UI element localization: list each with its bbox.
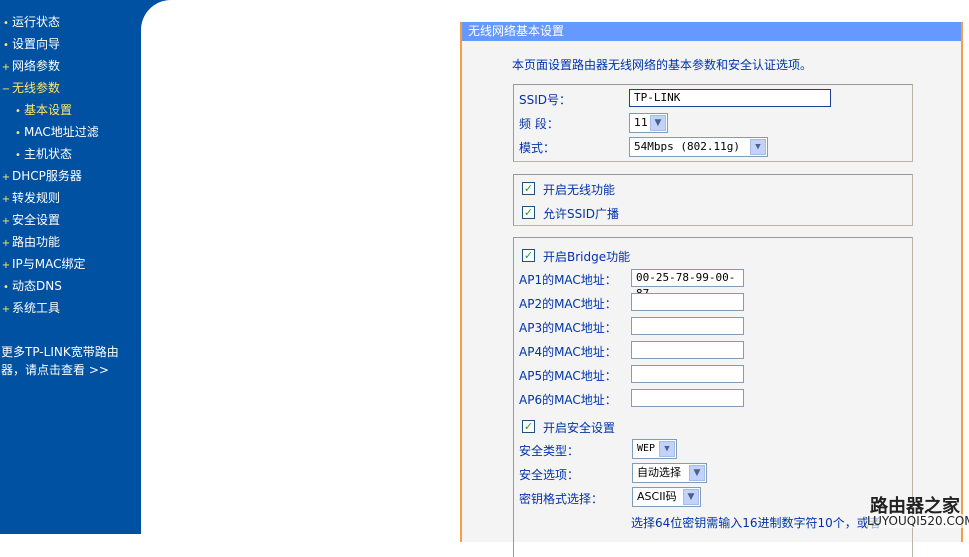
channel-select[interactable]: 11 ▼ — [629, 113, 668, 133]
nav-mac-filter[interactable]: • MAC地址过滤 — [12, 123, 99, 140]
enable-wireless-checkbox[interactable]: ✓ — [522, 182, 535, 195]
chevron-down-icon: ▼ — [750, 139, 766, 155]
key-format-label: 密钥格式选择： — [519, 492, 604, 506]
chevron-down-icon: ▼ — [689, 465, 705, 481]
ap5-mac-input[interactable] — [631, 365, 744, 383]
ssid-broadcast-label: 允许SSID广播 — [543, 207, 620, 221]
enable-wireless-label: 开启无线功能 — [543, 183, 616, 197]
panel-description: 本页面设置路由器无线网络的基本参数和安全认证选项。 — [512, 58, 813, 72]
ap2-mac-label: AP2的MAC地址： — [519, 297, 617, 311]
ap6-mac-input[interactable] — [631, 389, 744, 407]
bridge-security-box: ✓ 开启Bridge功能 AP1的MAC地址： 00-25-78-99-00-8… — [513, 237, 913, 557]
security-type-select[interactable]: WEP ▼ — [632, 439, 677, 459]
ap4-mac-input[interactable] — [631, 341, 744, 359]
wireless-toggle-box: ✓ 开启无线功能 ✓ 允许SSID广播 — [513, 174, 913, 226]
nav-running-status[interactable]: • 运行状态 — [0, 13, 60, 30]
nav-wireless[interactable]: − 无线参数 — [0, 79, 60, 96]
key-hint-text: 选择64位密钥需输入16进制数字符10个，或者 — [631, 516, 881, 530]
chevron-down-icon: ▼ — [683, 489, 699, 505]
ap5-mac-label: AP5的MAC地址： — [519, 369, 617, 383]
nav-dhcp[interactable]: + DHCP服务器 — [0, 167, 82, 184]
mode-select[interactable]: 54Mbps (802.11g) ▼ — [629, 137, 768, 157]
wireless-settings-panel: 无线网络基本设置 本页面设置路由器无线网络的基本参数和安全认证选项。 SSID号… — [460, 22, 963, 557]
nav-security[interactable]: + 安全设置 — [0, 211, 60, 228]
ssid-label: SSID号： — [519, 93, 572, 107]
ap3-mac-label: AP3的MAC地址： — [519, 321, 617, 335]
ap2-mac-input[interactable] — [631, 293, 744, 311]
enable-bridge-label: 开启Bridge功能 — [543, 250, 631, 264]
sidebar: • 运行状态 • 设置向导 + 网络参数 − 无线参数 • 基本设置 • MAC地址过滤 •… — [0, 0, 141, 534]
nav-network[interactable]: + 网络参数 — [0, 57, 60, 74]
ap6-mac-label: AP6的MAC地址： — [519, 393, 617, 407]
nav-basic-settings[interactable]: • 基本设置 — [12, 101, 72, 118]
corner-decoration — [141, 0, 201, 60]
ap1-mac-input[interactable]: 00-25-78-99-00-87 — [631, 269, 744, 300]
watermark-url: LUYOUQI520.COM — [867, 514, 969, 528]
ap4-mac-label: AP4的MAC地址： — [519, 345, 617, 359]
security-option-label: 安全选项： — [519, 468, 580, 482]
enable-security-label: 开启安全设置 — [543, 421, 616, 435]
ap3-mac-input[interactable] — [631, 317, 744, 335]
enable-security-checkbox[interactable]: ✓ — [522, 420, 535, 433]
nav-forwarding[interactable]: + 转发规则 — [0, 189, 60, 206]
ap1-mac-label: AP1的MAC地址： — [519, 273, 617, 287]
nav-ddns[interactable]: • 动态DNS — [0, 277, 62, 294]
chevron-down-icon: ▼ — [659, 441, 675, 457]
nav-host-status[interactable]: • 主机状态 — [12, 145, 72, 162]
channel-label: 频 段： — [519, 117, 559, 131]
enable-bridge-checkbox[interactable]: ✓ — [522, 249, 535, 262]
mode-label: 模式： — [519, 141, 556, 155]
chevron-down-icon: ▼ — [650, 115, 666, 131]
panel-title: 无线网络基本设置 — [462, 22, 961, 41]
security-type-label: 安全类型： — [519, 444, 580, 458]
nav-routing[interactable]: + 路由功能 — [0, 233, 60, 250]
key-format-select[interactable]: ASCII码 ▼ — [632, 487, 701, 507]
nav-system-tools[interactable]: + 系统工具 — [0, 299, 60, 316]
ssid-input[interactable]: TP-LINK — [629, 89, 831, 107]
nav-setup-wizard[interactable]: • 设置向导 — [0, 35, 60, 52]
more-products-link[interactable]: 更多TP-LINK宽带路由器，请点击查看 >> — [1, 343, 126, 379]
ssid-broadcast-checkbox[interactable]: ✓ — [522, 206, 535, 219]
security-option-select[interactable]: 自动选择 ▼ — [632, 463, 707, 483]
basic-box: SSID号： TP-LINK 频 段： 11 ▼ 模式： 54Mbps (802.… — [513, 84, 913, 162]
nav-ip-mac-binding[interactable]: + IP与MAC绑定 — [0, 255, 86, 272]
